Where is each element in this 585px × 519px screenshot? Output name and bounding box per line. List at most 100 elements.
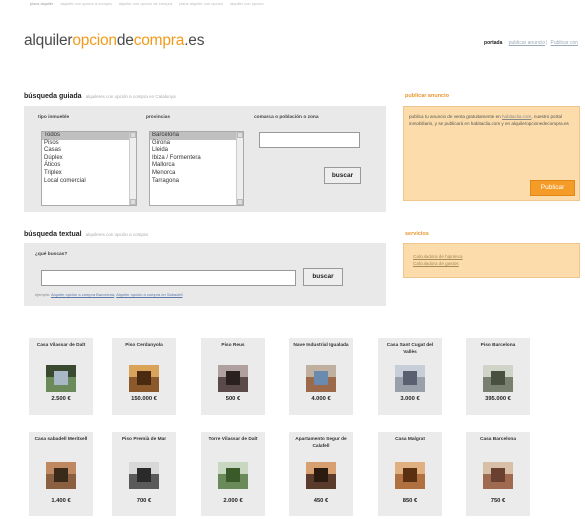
- select-option[interactable]: Triplex: [42, 170, 136, 178]
- publish-ad-title: publicar anuncio: [405, 93, 450, 99]
- listing-card[interactable]: Piso Barcelona 395.000 €: [466, 338, 530, 415]
- listing-price: 3.000 €: [400, 396, 420, 402]
- listing-price: 700 €: [136, 498, 152, 504]
- select-option[interactable]: Áticos: [42, 162, 136, 170]
- logo-part: de: [116, 32, 134, 49]
- listing-card[interactable]: Piso Reus 500 €: [201, 338, 265, 415]
- select-option[interactable]: Menorca: [150, 170, 243, 178]
- listing-price: 450 €: [313, 498, 329, 504]
- listing-price: 750 €: [490, 498, 506, 504]
- listing-photo[interactable]: [218, 462, 248, 489]
- property-type-select[interactable]: Todos Pisos Casas Dúplex Áticos Triplex Local …: [41, 131, 137, 206]
- listing-title[interactable]: Casa sabadell Meritxell: [31, 437, 91, 444]
- listing-title[interactable]: Apartamento Segur de Calafell: [291, 437, 351, 450]
- listing-card[interactable]: Casa sabadell Meritxell 1.400 €: [29, 432, 93, 516]
- header-nav: portada publicar anuncio| Publicar con: [484, 40, 578, 46]
- listing-photo[interactable]: [395, 462, 425, 489]
- listing-card[interactable]: Apartamento Segur de Calafell 450 €: [289, 432, 353, 516]
- listing-price: 500 €: [225, 396, 241, 402]
- listing-title[interactable]: Piso Barcelona: [468, 343, 528, 350]
- listing-title[interactable]: Casa Sant Cugat del Vallès: [380, 343, 440, 356]
- text-search-title: búsqueda textual alquileres con opción a …: [24, 231, 148, 238]
- guided-search-heading: búsqueda guiada: [24, 93, 82, 100]
- listing-card[interactable]: Casa Malgrat 850 €: [378, 432, 442, 516]
- select-option[interactable]: Girona: [150, 140, 243, 148]
- services-box: Calculadora de hipoteca Calculadora de g…: [403, 243, 580, 278]
- listing-title[interactable]: Piso Premià de Mar: [114, 437, 174, 444]
- listing-price: 4.000 €: [311, 396, 331, 402]
- listing-photo[interactable]: [306, 462, 336, 489]
- listing-card[interactable]: Casa Vilassar de Dalt 2.500 €: [29, 338, 93, 415]
- text-search-button[interactable]: buscar: [303, 268, 343, 286]
- select-option[interactable]: Casas: [42, 147, 136, 155]
- habitaclia-link[interactable]: habitaclia.com: [502, 114, 531, 119]
- area-label: comarca o población o zona: [254, 115, 319, 120]
- listing-title[interactable]: Casa Barcelona: [468, 437, 528, 444]
- select-option[interactable]: Pisos: [42, 140, 136, 148]
- nav-link[interactable]: Publicar con: [550, 40, 578, 46]
- top-link[interactable]: pisos alquiler con opcion: [179, 1, 223, 6]
- listing-photo[interactable]: [306, 365, 336, 392]
- listing-photo[interactable]: [483, 365, 513, 392]
- top-link[interactable]: alquiler con opcion: [230, 1, 263, 6]
- services-title: servicios: [405, 231, 429, 237]
- nav-link[interactable]: publicar anuncio: [509, 40, 545, 46]
- listing-photo[interactable]: [129, 462, 159, 489]
- listing-price: 395.000 €: [485, 396, 511, 402]
- listing-price: 150.000 €: [131, 396, 157, 402]
- listing-photo[interactable]: [46, 462, 76, 489]
- select-option[interactable]: Lleida: [150, 147, 243, 155]
- listing-title[interactable]: Casa Vilassar de Dalt: [31, 343, 91, 350]
- province-label: provincias: [146, 115, 170, 120]
- province-select[interactable]: Barcelona Girona Lleida Ibiza / Formentera M…: [149, 131, 244, 206]
- guided-search-subtitle: alquileres con opción a compra en Catalu…: [85, 94, 176, 99]
- listing-photo[interactable]: [483, 462, 513, 489]
- service-link[interactable]: Calculadora de hipoteca: [413, 253, 463, 260]
- listing-card[interactable]: Casa Barcelona 750 €: [466, 432, 530, 516]
- listing-card[interactable]: Piso Premià de Mar 700 €: [112, 432, 176, 516]
- select-option[interactable]: Barcelona: [150, 132, 243, 140]
- select-option[interactable]: Local comercial: [42, 178, 136, 186]
- select-option[interactable]: Todos: [42, 132, 136, 140]
- listing-title[interactable]: Casa Malgrat: [380, 437, 440, 444]
- top-link[interactable]: alquiler con opcion a compra: [60, 1, 111, 6]
- site-logo[interactable]: alquileropciondecompra.es: [24, 32, 204, 50]
- listing-card[interactable]: Torre Vilassar de Dalt 2.000 €: [201, 432, 265, 516]
- top-links-bar: pisos alquiler alquiler con opcion a com…: [30, 1, 270, 7]
- scrollbar[interactable]: [236, 132, 243, 205]
- area-input[interactable]: [259, 132, 360, 148]
- select-option[interactable]: Ibiza / Formentera: [150, 155, 243, 163]
- listing-photo[interactable]: [46, 365, 76, 392]
- publish-ad-text: publica tu anuncio de venta gratuitament…: [409, 113, 574, 128]
- top-link[interactable]: alquiler con opcion de compra: [119, 1, 172, 6]
- select-option[interactable]: Mallorca: [150, 162, 243, 170]
- listing-card[interactable]: Casa Sant Cugat del Vallès 3.000 €: [378, 338, 442, 415]
- text-search-subtitle: alquileres con opción a compra: [85, 232, 148, 237]
- listing-photo[interactable]: [395, 365, 425, 392]
- services-links: Calculadora de hipoteca Calculadora de g…: [413, 253, 463, 267]
- guided-search-button[interactable]: buscar: [324, 167, 361, 184]
- listing-title[interactable]: Nave Industrial Igualada: [291, 343, 351, 350]
- text-search-input[interactable]: [41, 270, 296, 286]
- listing-card[interactable]: Nave Industrial Igualada 4.000 €: [289, 338, 353, 415]
- nav-current[interactable]: portada: [484, 40, 502, 46]
- logo-part: opcion: [72, 32, 117, 49]
- service-link[interactable]: Calculadora de gastos: [413, 260, 463, 267]
- example-link[interactable]: Alquiler opción a compra Barcelona: [51, 292, 114, 297]
- select-option[interactable]: Tarragona: [150, 178, 243, 186]
- listing-title[interactable]: Piso Reus: [203, 343, 263, 350]
- property-type-label: tipo inmueble: [38, 115, 70, 120]
- listing-title[interactable]: Piso Cerdanyola: [114, 343, 174, 350]
- guided-search-title: búsqueda guiada alquileres con opción a c…: [24, 93, 176, 100]
- listing-title[interactable]: Torre Vilassar de Dalt: [203, 437, 263, 444]
- listing-photo[interactable]: [129, 365, 159, 392]
- guided-search-panel: tipo inmueble provincias comarca o pobla…: [24, 106, 386, 212]
- publish-text-part: publica tu anuncio de venta gratuitament…: [409, 114, 501, 119]
- scrollbar[interactable]: [129, 132, 136, 205]
- example-link[interactable]: Alquiler opción a compra en Sabadell: [116, 292, 182, 297]
- listing-card[interactable]: Piso Cerdanyola 150.000 €: [112, 338, 176, 415]
- text-search-panel: ¿qué buscas? buscar ejemplo: Alquiler op…: [24, 243, 386, 306]
- top-link[interactable]: pisos alquiler: [30, 1, 53, 6]
- listing-photo[interactable]: [218, 365, 248, 392]
- publish-button[interactable]: Publicar: [530, 180, 575, 196]
